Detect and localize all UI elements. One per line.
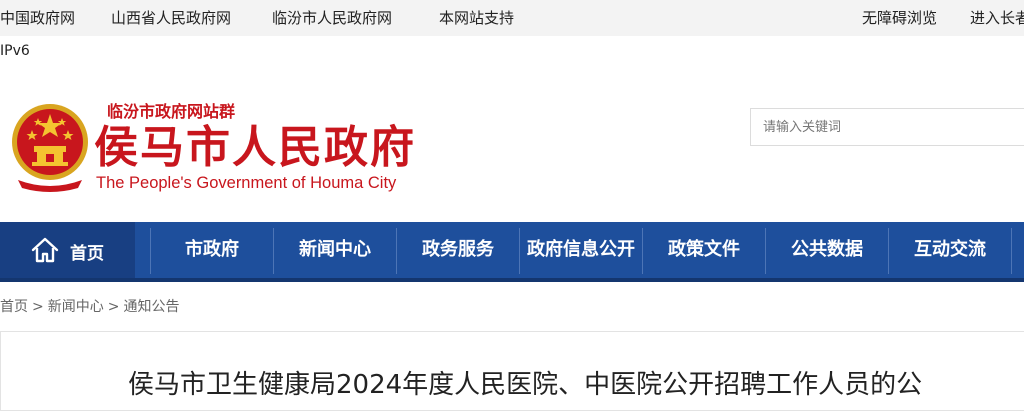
nav-item-gov-info[interactable]: 政府信息公开 xyxy=(520,222,642,280)
nav-divider xyxy=(1011,228,1012,274)
national-emblem-icon xyxy=(12,104,88,192)
top-bar: 中国政府网 山西省人民政府网 临汾市人民政府网 本网站支持 无障碍浏览 进入长者 xyxy=(0,0,1024,36)
accessibility-link[interactable]: 无障碍浏览 xyxy=(862,7,937,28)
breadcrumb-news[interactable]: 新闻中心 xyxy=(48,299,104,315)
nav-item-public-data[interactable]: 公共数据 xyxy=(766,222,888,280)
nav-bottom-border xyxy=(0,278,1024,282)
breadcrumb-separator: > xyxy=(107,299,120,315)
search-input[interactable] xyxy=(751,109,1024,145)
nav-item-policy[interactable]: 政策文件 xyxy=(643,222,765,280)
breadcrumb-separator: > xyxy=(32,299,44,315)
link-site-support[interactable]: 本网站支持 xyxy=(439,7,514,28)
elder-mode-link[interactable]: 进入长者 xyxy=(970,7,1024,28)
nav-home-label: 首页 xyxy=(70,244,104,264)
link-linfen-gov[interactable]: 临汾市人民政府网 xyxy=(272,7,392,28)
breadcrumb-home[interactable]: 首页 xyxy=(0,299,28,315)
search-box xyxy=(750,108,1024,146)
main-nav: 首页 市政府 新闻中心 政务服务 政府信息公开 政策文件 公共数据 互动交流 xyxy=(0,222,1024,280)
site-group-label: 临汾市政府网站群 xyxy=(107,102,236,121)
nav-item-services[interactable]: 政务服务 xyxy=(397,222,519,280)
nav-item-city-gov[interactable]: 市政府 xyxy=(151,222,273,280)
nav-item-interaction[interactable]: 互动交流 xyxy=(889,222,1011,280)
ipv6-badge: IPv6 xyxy=(0,43,30,59)
article-title: 侯马市卫生健康局2024年度人民医院、中医院公开招聘工作人员的公 xyxy=(128,370,923,400)
nav-item-news[interactable]: 新闻中心 xyxy=(274,222,396,280)
breadcrumb: 首页 > 新闻中心 > 通知公告 xyxy=(0,296,179,316)
site-title[interactable]: 侯马市人民政府 xyxy=(94,122,416,174)
site-title-en: The People's Government of Houma City xyxy=(96,174,397,192)
nav-home[interactable]: 首页 xyxy=(0,222,135,280)
link-gov-cn[interactable]: 中国政府网 xyxy=(0,7,75,28)
breadcrumb-notices[interactable]: 通知公告 xyxy=(123,299,179,315)
link-shanxi-gov[interactable]: 山西省人民政府网 xyxy=(111,7,231,28)
home-icon xyxy=(31,237,59,263)
